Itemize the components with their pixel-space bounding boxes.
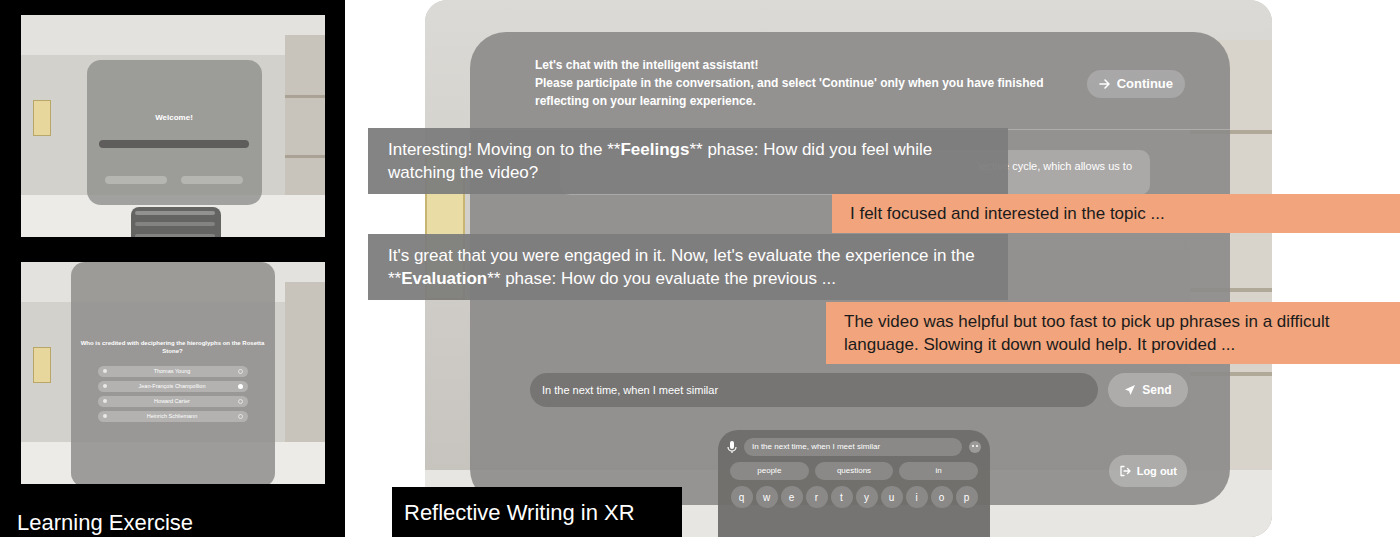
- welcome-card: Welcome!: [87, 60, 262, 205]
- option-button[interactable]: [181, 176, 243, 184]
- input-row: Send: [470, 373, 1230, 407]
- quiz-option[interactable]: Howard Carter: [98, 396, 248, 407]
- quiz-option[interactable]: Heinrich Schliemann: [98, 411, 248, 422]
- logout-icon: [1119, 465, 1131, 477]
- option-radio[interactable]: [238, 384, 243, 389]
- microphone-icon: [726, 440, 738, 454]
- suggestion-bar: people questions in: [726, 462, 982, 480]
- message-part: Evaluation: [401, 269, 487, 288]
- option-label: Heinrich Schliemann: [111, 413, 234, 420]
- option-radio[interactable]: [238, 414, 243, 419]
- logout-label: Log out: [1137, 463, 1177, 480]
- option-label: Thomas Young: [111, 368, 234, 375]
- suggestion-chip[interactable]: questions: [815, 462, 894, 480]
- quiz-option[interactable]: Jean-François Champollion: [98, 381, 248, 392]
- message-text: Interesting! Moving on to the **Feelings…: [388, 138, 992, 184]
- keyboard-key[interactable]: e: [781, 486, 803, 508]
- welcome-screenshot: Welcome!: [21, 15, 325, 237]
- welcome-title: Welcome!: [155, 112, 193, 124]
- message-part: The video was helpful but too fast to pi…: [844, 312, 1329, 354]
- chat-message: I felt focused and interested in the top…: [832, 194, 1400, 233]
- quiz-question: Who is credited with deciphering the hie…: [71, 340, 275, 356]
- message-text: It's great that you were engaged in it. …: [388, 244, 992, 290]
- keyboard-key[interactable]: o: [931, 486, 953, 508]
- option-label: Jean-François Champollion: [111, 383, 234, 390]
- virtual-keyboard[interactable]: [131, 207, 221, 237]
- option-dot-icon: [103, 414, 107, 418]
- message-part: Feelings: [620, 140, 689, 159]
- option-button[interactable]: [105, 176, 167, 184]
- chat-message: The video was helpful but too fast to pi…: [826, 302, 1400, 364]
- learning-exercise-panel: Welcome!: [0, 0, 345, 537]
- message-input[interactable]: [530, 373, 1098, 407]
- suggestion-chip[interactable]: people: [730, 462, 809, 480]
- key-row: qwertyuiop: [726, 486, 982, 508]
- message-text: I felt focused and interested in the top…: [850, 202, 1388, 225]
- option-dot-icon: [103, 384, 107, 388]
- keyboard-key[interactable]: p: [956, 486, 978, 508]
- keyboard-key[interactable]: q: [731, 486, 753, 508]
- message-part: ** phase: How do you evaluate the previo…: [487, 269, 836, 288]
- logout-button[interactable]: Log out: [1109, 455, 1187, 487]
- send-icon: [1124, 384, 1136, 396]
- quiz-option[interactable]: Thomas Young: [98, 366, 248, 377]
- chat-message: Interesting! Moving on to the **Feelings…: [368, 128, 1008, 194]
- option-label: Howard Carter: [111, 398, 234, 405]
- quiz-options: Thomas Young Jean-François Champollion How…: [98, 366, 248, 422]
- chat-message: It's great that you were engaged in it. …: [368, 234, 1008, 300]
- chat-instructions: Please participate in the conversation, …: [535, 74, 1085, 110]
- virtual-keyboard[interactable]: In the next time, when I meet similar pe…: [718, 430, 990, 537]
- quiz-card: Who is credited with deciphering the hie…: [71, 262, 275, 484]
- message-part: I felt focused and interested in the top…: [850, 204, 1165, 223]
- name-field[interactable]: [99, 140, 249, 148]
- suggestion-chip[interactable]: in: [899, 462, 978, 480]
- send-button[interactable]: Send: [1108, 373, 1188, 407]
- chat-title: Let's chat with the intelligent assistan…: [535, 56, 1085, 74]
- option-radio[interactable]: [238, 399, 243, 404]
- option-dot-icon: [103, 399, 107, 403]
- keyboard-field[interactable]: In the next time, when I meet similar: [744, 438, 962, 456]
- figure: Welcome!: [0, 0, 1400, 547]
- chat-header: Let's chat with the intelligent assistan…: [470, 32, 1230, 130]
- learning-exercise-label: Learning Exercise: [0, 509, 193, 537]
- send-label: Send: [1142, 381, 1171, 399]
- quiz-screenshot: Who is credited with deciphering the hie…: [21, 262, 325, 484]
- arrow-right-icon: [1099, 78, 1111, 90]
- reflective-writing-label: Reflective Writing in XR: [392, 487, 682, 537]
- emoji-icon[interactable]: [968, 440, 982, 454]
- keyboard-key[interactable]: i: [906, 486, 928, 508]
- keyboard-key[interactable]: r: [806, 486, 828, 508]
- message-text: The video was helpful but too fast to pi…: [844, 310, 1388, 356]
- keyboard-key[interactable]: t: [831, 486, 853, 508]
- keyboard-key[interactable]: y: [856, 486, 878, 508]
- keyboard-key[interactable]: u: [881, 486, 903, 508]
- continue-label: Continue: [1117, 74, 1173, 94]
- option-dot-icon: [103, 369, 107, 373]
- message-part: Interesting! Moving on to the **: [388, 140, 620, 159]
- option-radio[interactable]: [238, 369, 243, 374]
- keyboard-key[interactable]: w: [756, 486, 778, 508]
- continue-button[interactable]: Continue: [1087, 70, 1185, 98]
